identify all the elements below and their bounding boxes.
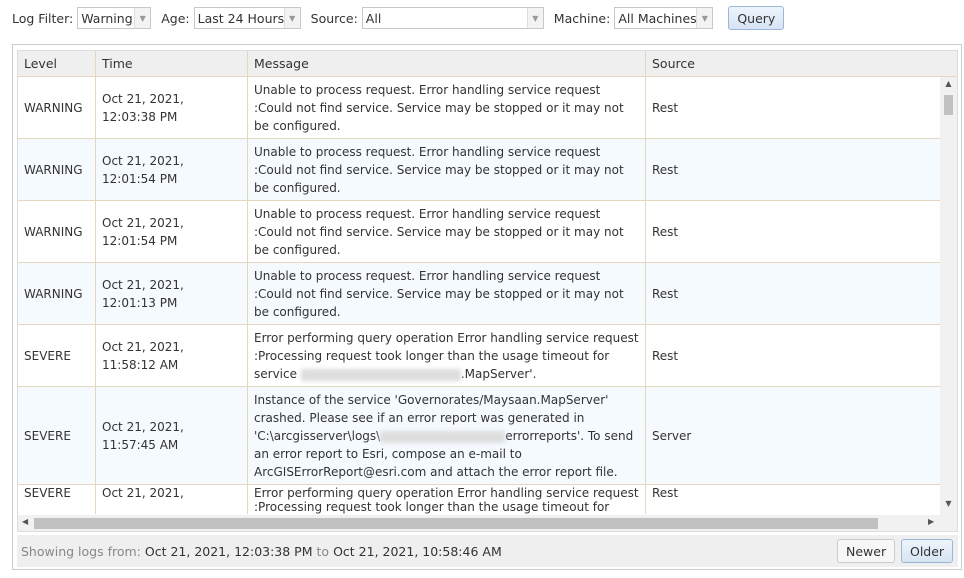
machine-label: Machine: xyxy=(553,10,611,26)
vertical-scrollbar[interactable]: ▲ ▼ xyxy=(940,77,957,515)
log-filter-select[interactable]: Warning ▼ xyxy=(77,7,152,29)
source-cell: Server xyxy=(652,429,692,443)
message-cell: Unable to process request. Error handlin… xyxy=(248,77,646,138)
level-cell: WARNING xyxy=(18,201,96,262)
scroll-down-icon[interactable]: ▼ xyxy=(940,499,957,513)
level-cell: SEVERE xyxy=(18,387,96,484)
table-row[interactable]: SEVERE Oct 21, 2021, 11:57:45 AM Instanc… xyxy=(18,387,942,485)
redacted-text xyxy=(380,430,506,443)
chevron-down-icon: ▼ xyxy=(134,8,151,28)
scroll-right-icon[interactable]: ▶ xyxy=(928,517,934,526)
source-cell: Rest xyxy=(652,486,679,500)
time-cell: Oct 21, 2021, xyxy=(96,485,248,514)
to-label: to xyxy=(316,543,330,559)
time-cell: Oct 21, 2021, 11:57:45 AM xyxy=(96,387,248,484)
query-button[interactable]: Query xyxy=(728,6,785,30)
scroll-left-icon[interactable]: ◀ xyxy=(22,517,28,526)
chevron-down-icon: ▼ xyxy=(283,8,300,28)
column-header-source[interactable]: Source xyxy=(646,51,941,76)
level-cell: SEVERE xyxy=(18,485,96,514)
source-select[interactable]: All ▼ xyxy=(361,7,544,29)
table-header: Level Time Message Source xyxy=(18,51,957,77)
table-row[interactable]: WARNING Oct 21, 2021, 12:01:54 PM Unable… xyxy=(18,201,942,263)
toolbar: Log Filter: Warning ▼ Age: Last 24 Hours ▼… xyxy=(12,6,785,30)
showing-label: Showing logs from: xyxy=(21,543,141,559)
newer-button[interactable]: Newer xyxy=(837,539,896,563)
table-row[interactable]: WARNING Oct 21, 2021, 12:03:38 PM Unable… xyxy=(18,77,942,139)
source-cell: Rest xyxy=(652,349,679,363)
message-cell: Error performing query operation Error h… xyxy=(248,485,646,514)
source-label: Source: xyxy=(310,10,358,26)
source-cell: Rest xyxy=(652,287,679,301)
message-text: .MapServer'. xyxy=(460,367,537,381)
horizontal-scrollbar[interactable]: ◀ ▶ xyxy=(18,515,957,531)
table-body: WARNING Oct 21, 2021, 12:03:38 PM Unable… xyxy=(18,77,942,515)
column-header-time[interactable]: Time xyxy=(96,51,248,76)
time-cell: Oct 21, 2021, 12:01:13 PM xyxy=(96,263,248,324)
message-cell: Instance of the service 'Governorates/Ma… xyxy=(248,387,646,484)
level-cell: WARNING xyxy=(18,77,96,138)
source-cell: Rest xyxy=(652,163,679,177)
message-cell: Unable to process request. Error handlin… xyxy=(248,139,646,200)
column-header-message[interactable]: Message xyxy=(248,51,646,76)
chevron-down-icon: ▼ xyxy=(696,8,713,28)
table-row[interactable]: SEVERE Oct 21, 2021, 11:58:12 AM Error p… xyxy=(18,325,942,387)
log-table: Level Time Message Source WARNING Oct 21… xyxy=(17,50,958,532)
message-cell: Unable to process request. Error handlin… xyxy=(248,263,646,324)
scrollbar-thumb[interactable] xyxy=(944,95,953,115)
older-button[interactable]: Older xyxy=(901,539,954,563)
time-cell: Oct 21, 2021, 11:58:12 AM xyxy=(96,325,248,386)
level-cell: SEVERE xyxy=(18,325,96,386)
log-filter-label: Log Filter: xyxy=(12,10,74,26)
time-cell: Oct 21, 2021, 12:01:54 PM xyxy=(96,139,248,200)
column-header-level[interactable]: Level xyxy=(18,51,96,76)
chevron-down-icon: ▼ xyxy=(526,8,543,28)
time-cell: Oct 21, 2021, 12:03:38 PM xyxy=(96,77,248,138)
log-panel: Level Time Message Source WARNING Oct 21… xyxy=(12,44,962,570)
footer: Showing logs from: Oct 21, 2021, 12:03:3… xyxy=(17,535,958,567)
age-label: Age: xyxy=(161,10,190,26)
table-row[interactable]: WARNING Oct 21, 2021, 12:01:13 PM Unable… xyxy=(18,263,942,325)
message-cell: Unable to process request. Error handlin… xyxy=(248,201,646,262)
table-row[interactable]: WARNING Oct 21, 2021, 12:01:54 PM Unable… xyxy=(18,139,942,201)
to-date: Oct 21, 2021, 10:58:46 AM xyxy=(333,543,502,559)
age-select[interactable]: Last 24 Hours ▼ xyxy=(193,7,301,29)
source-cell: Rest xyxy=(652,101,679,115)
redacted-text xyxy=(300,368,461,381)
message-cell: Error performing query operation Error h… xyxy=(248,325,646,386)
level-cell: WARNING xyxy=(18,139,96,200)
level-cell: WARNING xyxy=(18,263,96,324)
scrollbar-thumb[interactable] xyxy=(34,518,878,529)
machine-select[interactable]: All Machines ▼ xyxy=(614,7,714,29)
source-cell: Rest xyxy=(652,225,679,239)
from-date: Oct 21, 2021, 12:03:38 PM xyxy=(144,543,313,559)
table-row[interactable]: SEVERE Oct 21, 2021, Error performing qu… xyxy=(18,485,942,514)
time-cell: Oct 21, 2021, 12:01:54 PM xyxy=(96,201,248,262)
scroll-up-icon[interactable]: ▲ xyxy=(940,79,957,93)
